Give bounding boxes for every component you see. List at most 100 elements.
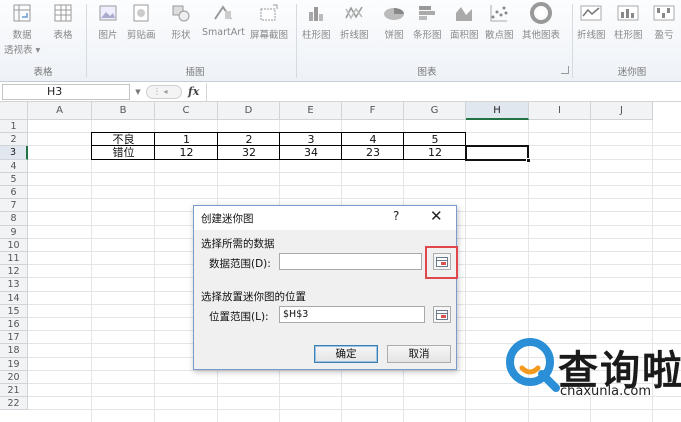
table-border: [154, 132, 155, 160]
ribbon: 数据 透视表 ▾ 表格 表格 图片 剪贴画 形状 SmartArt 屏幕截图 插…: [0, 0, 681, 82]
other-chart-button[interactable]: 其他图表: [522, 2, 560, 41]
column-header[interactable]: A: [28, 102, 92, 120]
pie-chart-button[interactable]: 饼图: [383, 2, 405, 41]
pie-chart-icon: [383, 2, 405, 24]
ok-button[interactable]: 确定: [314, 345, 378, 363]
watermark-text-en: chaxunla.com: [560, 384, 651, 399]
row-header[interactable]: 7: [0, 199, 28, 213]
sparkline-column-button[interactable]: 柱形图: [614, 2, 643, 41]
smartart-label: SmartArt: [202, 27, 245, 38]
row-header[interactable]: 15: [0, 304, 28, 318]
formula-input[interactable]: [206, 83, 679, 101]
active-cell-selection[interactable]: [465, 145, 529, 161]
row-header[interactable]: 8: [0, 212, 28, 226]
row-header[interactable]: 3: [0, 146, 28, 160]
grid-line: [154, 120, 155, 422]
name-box[interactable]: H3: [2, 84, 130, 100]
sparkline-line-label: 折线图: [577, 30, 606, 41]
location-range-collapse-button[interactable]: [433, 306, 451, 323]
close-icon[interactable]: ✕: [430, 207, 443, 225]
shapes-button[interactable]: 形状: [170, 2, 192, 41]
shapes-icon: [170, 2, 192, 24]
table-border: [403, 132, 404, 160]
grid-line: [465, 120, 466, 422]
row-header[interactable]: 1: [0, 120, 28, 134]
row-header[interactable]: 18: [0, 344, 28, 358]
row-header[interactable]: 22: [0, 397, 28, 411]
scatter-chart-button[interactable]: 散点图: [485, 2, 514, 41]
column-header[interactable]: E: [280, 102, 342, 120]
table-button[interactable]: 表格: [52, 2, 74, 41]
row-header[interactable]: 16: [0, 318, 28, 332]
row-header[interactable]: 9: [0, 225, 28, 239]
row-header[interactable]: 19: [0, 357, 28, 371]
magnifier-logo-icon: [506, 338, 560, 392]
clipart-label: 剪贴画: [127, 30, 156, 41]
column-header[interactable]: B: [92, 102, 155, 120]
sparkline-column-icon: [617, 2, 639, 24]
row-header[interactable]: 4: [0, 159, 28, 173]
pie-chart-label: 饼图: [384, 30, 404, 41]
name-box-dropdown-icon[interactable]: ▼: [132, 84, 144, 100]
row-header[interactable]: 10: [0, 238, 28, 252]
smartart-button[interactable]: SmartArt: [202, 2, 245, 38]
column-header[interactable]: H: [466, 102, 529, 120]
column-header[interactable]: I: [529, 102, 591, 120]
column-header[interactable]: C: [155, 102, 218, 120]
area-chart-icon: [453, 2, 475, 24]
sparkline-line-button[interactable]: 折线图: [577, 2, 606, 41]
group-label-tables: 表格: [33, 67, 53, 78]
row-header[interactable]: 6: [0, 186, 28, 200]
create-sparklines-dialog: 创建迷你图 ? ✕ 选择所需的数据 数据范围(D): 选择放置迷你图的位置 位置…: [193, 205, 458, 370]
row-header[interactable]: 21: [0, 384, 28, 398]
dialog-titlebar[interactable]: 创建迷你图 ? ✕: [194, 206, 456, 230]
row-header[interactable]: 11: [0, 252, 28, 266]
help-button[interactable]: ?: [393, 209, 399, 223]
cancel-button[interactable]: 取消: [387, 345, 451, 363]
row-header[interactable]: 5: [0, 172, 28, 186]
row-header[interactable]: 13: [0, 278, 28, 292]
data-range-input[interactable]: [279, 253, 422, 270]
column-chart-button[interactable]: 柱形图: [302, 2, 331, 41]
row-header[interactable]: 2: [0, 133, 28, 147]
clipart-icon: [130, 2, 152, 24]
table-border: [341, 132, 342, 160]
table-border: [279, 132, 280, 160]
highlight-box: [425, 246, 458, 279]
line-chart-label: 折线图: [340, 30, 369, 41]
grid-line: [28, 198, 681, 200]
line-chart-button[interactable]: 折线图: [340, 2, 369, 41]
row-header[interactable]: 17: [0, 331, 28, 345]
row-header[interactable]: 20: [0, 370, 28, 384]
column-header[interactable]: F: [342, 102, 404, 120]
section-data-heading: 选择所需的数据: [201, 238, 275, 250]
sparkline-column-label: 柱形图: [614, 30, 643, 41]
pivot-table-label: 数据: [12, 30, 32, 41]
formula-bar-controls: ⋮ ◂: [146, 85, 182, 99]
bar-chart-button[interactable]: 条形图: [413, 2, 442, 41]
column-header[interactable]: D: [218, 102, 280, 120]
column-header[interactable]: J: [591, 102, 653, 120]
clipart-button[interactable]: 剪贴画: [127, 2, 156, 41]
table-icon: [52, 2, 74, 24]
row-header[interactable]: 12: [0, 265, 28, 279]
select-all-corner[interactable]: [0, 102, 28, 120]
screenshot-button[interactable]: 屏幕截图: [250, 2, 288, 41]
scatter-chart-icon: [488, 2, 510, 24]
charts-dialog-launcher-icon[interactable]: [561, 66, 569, 74]
column-header[interactable]: G: [404, 102, 466, 120]
fill-handle[interactable]: [526, 157, 531, 163]
grid-line: [28, 185, 681, 186]
insert-function-button[interactable]: fx: [188, 84, 204, 100]
sparkline-winloss-button[interactable]: 盈亏: [653, 2, 675, 41]
picture-button[interactable]: 图片: [97, 2, 119, 41]
area-chart-button[interactable]: 面积图: [450, 2, 479, 41]
data-range-label: 数据范围(D):: [209, 258, 271, 270]
line-chart-icon: [343, 2, 365, 24]
row-header[interactable]: 14: [0, 291, 28, 305]
group-label-illustrations: 插图: [185, 67, 205, 78]
sparkline-winloss-icon: [653, 2, 675, 24]
location-range-input[interactable]: $H$3: [279, 306, 425, 323]
pivot-table-button[interactable]: 数据 透视表 ▾: [4, 2, 40, 56]
section-location-heading: 选择放置迷你图的位置: [201, 291, 306, 303]
